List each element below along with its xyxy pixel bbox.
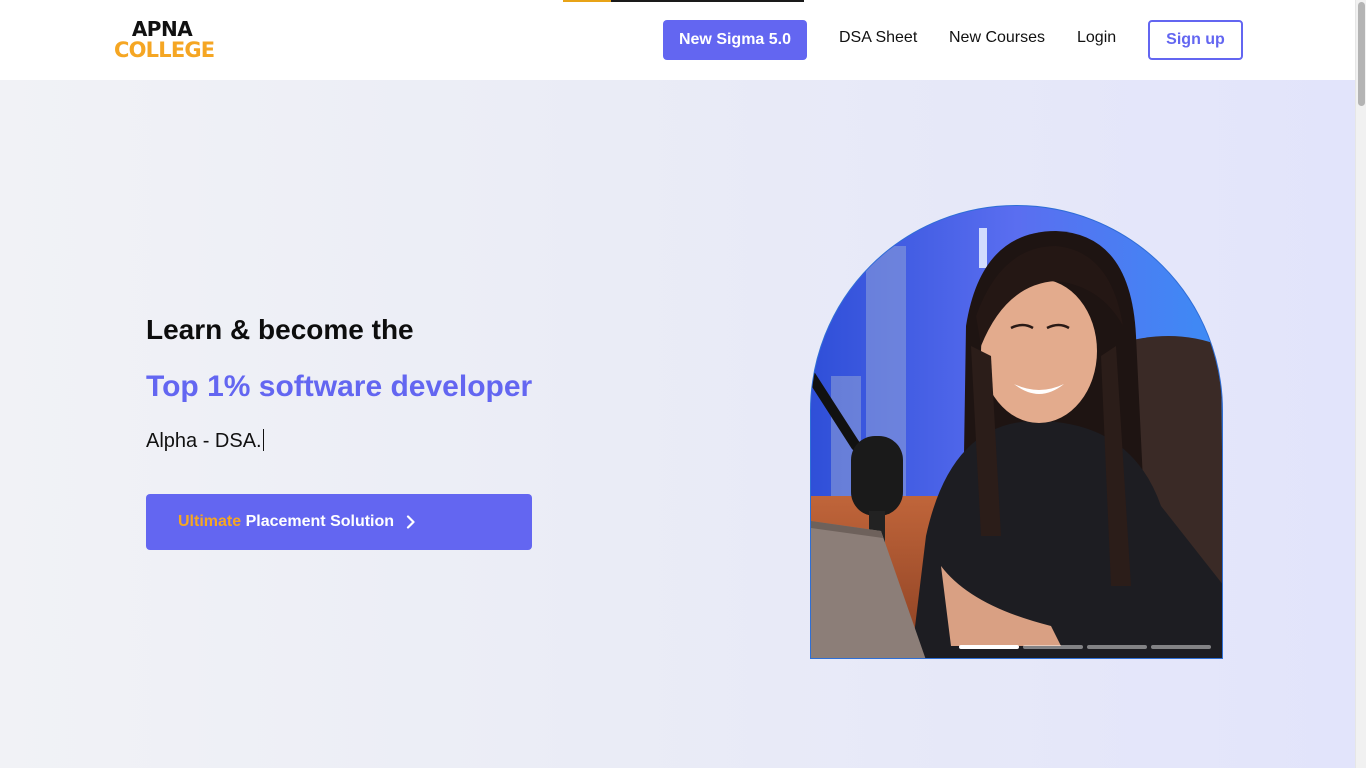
page-scrollbar[interactable] [1355,0,1366,768]
nav-link-login[interactable]: Login [1077,29,1116,47]
hero-section: Learn & become the Top 1% software devel… [0,80,1355,768]
cta-accent-label: Ultimate [178,513,242,530]
text-caret [262,429,264,451]
scrollbar-thumb[interactable] [1358,2,1365,106]
logo-text-college: COLLEGE [114,38,215,62]
top-progress-fill [563,0,612,2]
slide-indicator[interactable] [1151,645,1211,649]
image-slider-indicators[interactable] [959,645,1211,649]
hero-instructor-image [810,205,1223,659]
placement-solution-button[interactable]: Ultimate Placement Solution [146,494,532,550]
slide-indicator[interactable] [1087,645,1147,649]
slide-indicator[interactable] [1023,645,1083,649]
typed-text: Alpha - DSA. [146,430,262,452]
hero-title: Learn & become the [146,314,414,345]
top-progress-bar [563,0,804,2]
logo-text-apna: APNA [131,17,193,41]
new-sigma-button[interactable]: New Sigma 5.0 [663,20,807,60]
nav-link-dsa-sheet[interactable]: DSA Sheet [839,29,917,47]
signup-button[interactable]: Sign up [1148,20,1243,60]
typed-course-text: Alpha - DSA. [146,429,264,453]
chevron-right-icon [406,515,416,529]
hero-highlight: Top 1% software developer [146,370,533,403]
slide-indicator[interactable] [959,645,1019,649]
cta-label: Placement Solution [245,513,395,530]
nav-link-new-courses[interactable]: New Courses [949,29,1045,47]
site-header: APNA COLLEGE New Sigma 5.0 DSA Sheet New… [0,0,1355,80]
apna-college-logo[interactable]: APNA COLLEGE [114,17,215,65]
instructor-photo-illustration [811,206,1222,658]
